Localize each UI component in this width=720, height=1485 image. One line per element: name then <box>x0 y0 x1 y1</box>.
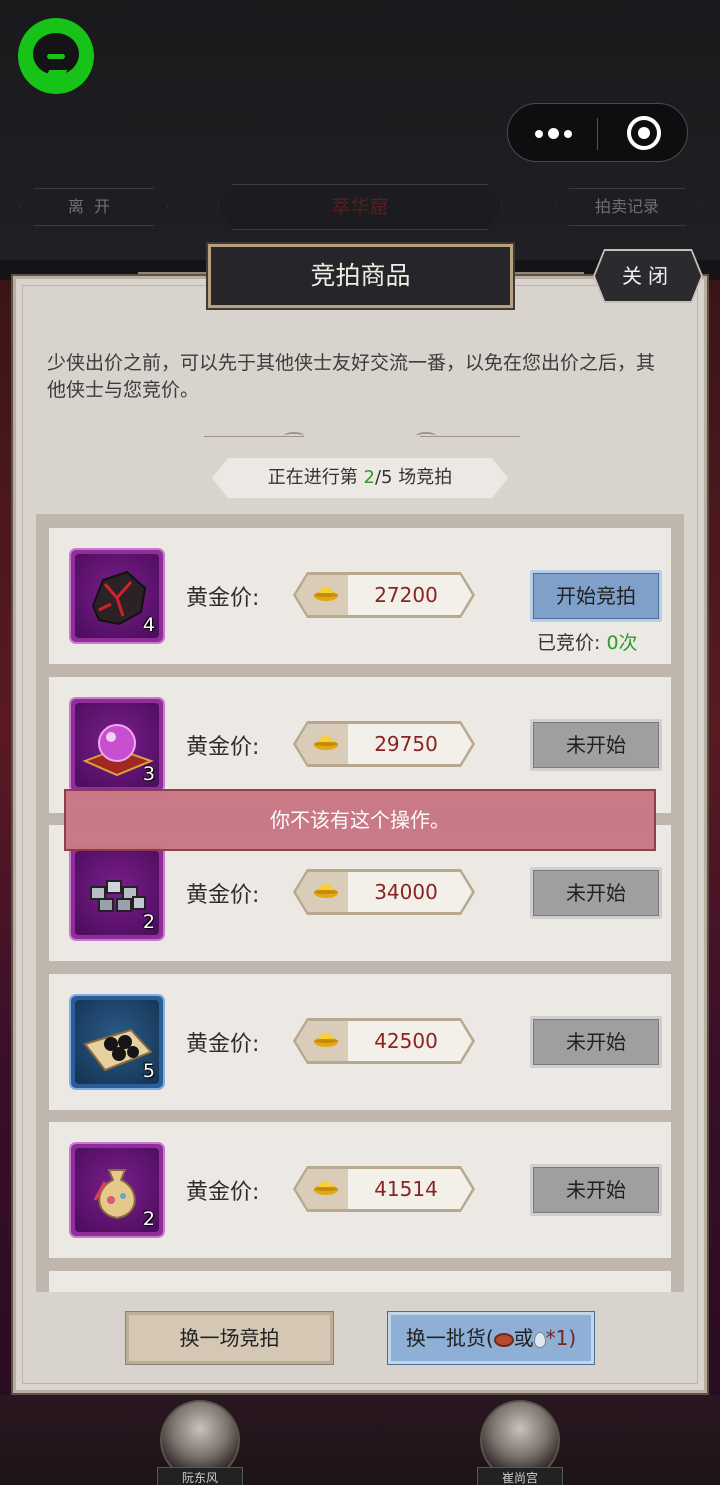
npc-name: 阮东风 <box>157 1467 243 1485</box>
gold-ingot-icon <box>313 733 339 751</box>
not-started-button[interactable]: 未开始 <box>530 867 662 919</box>
intro-text: 少侠出价之前，可以先于其他侠士友好交流一番，以免在您出价之后，其他侠士与您竞价。 <box>47 352 656 401</box>
auction-item-row: 4 黄金价: 27200 开始竞拍 已竞价: 0次 <box>49 528 671 664</box>
auction-item-row: 2 黄金价: 41514 未开始 <box>49 1122 671 1258</box>
bid-count: 已竞价: 0次 <box>537 632 638 654</box>
start-bidding-button[interactable]: 开始竞拍 <box>530 570 662 622</box>
item-count: 4 <box>142 614 155 636</box>
meat-icon <box>493 1332 514 1347</box>
item-slot[interactable]: 5 <box>69 994 165 1090</box>
price-box: 34000 <box>293 869 475 915</box>
more-icon[interactable] <box>533 122 573 146</box>
price-label: 黄金价: <box>186 1180 260 1205</box>
price-label: 黄金价: <box>186 586 260 611</box>
price-value: 41514 <box>374 1177 438 1201</box>
not-started-button[interactable]: 未开始 <box>530 1016 662 1068</box>
not-started-button[interactable]: 未开始 <box>530 1164 662 1216</box>
price-value: 42500 <box>374 1029 438 1053</box>
price-label: 黄金价: <box>186 883 260 908</box>
chat-bubble-icon[interactable] <box>18 18 94 94</box>
panel-title: 竞拍商品 <box>208 244 513 308</box>
not-started-button[interactable]: 未开始 <box>530 719 662 771</box>
change-auction-button[interactable]: 换一场竞拍 <box>126 1312 333 1364</box>
leave-button[interactable]: 离开 <box>20 188 168 226</box>
price-box: 41514 <box>293 1166 475 1212</box>
close-miniapp-icon[interactable] <box>627 116 661 150</box>
auction-item-row <box>49 1271 671 1292</box>
price-label: 黄金价: <box>186 735 260 760</box>
current-round: 2 <box>363 467 375 488</box>
price-value: 34000 <box>374 880 438 904</box>
miniapp-capsule <box>507 103 688 162</box>
water-drop-icon <box>533 1331 546 1348</box>
gold-ingot-icon <box>313 881 339 899</box>
auction-item-list[interactable]: 4 黄金价: 27200 开始竞拍 已竞价: 0次 3 黄金价: 29750 未… <box>36 514 684 1292</box>
item-slot[interactable]: 4 <box>69 548 165 644</box>
npc-name: 崔尚宫 <box>477 1467 563 1485</box>
price-value: 27200 <box>374 583 438 607</box>
scene-background-bottom <box>0 1395 720 1485</box>
location-title: 萃华窟 <box>218 184 502 230</box>
change-goods-button[interactable]: 换一批货(或 *1) <box>388 1312 594 1364</box>
item-count: 2 <box>142 911 155 933</box>
item-count: 2 <box>142 1208 155 1230</box>
item-count: 3 <box>142 763 155 785</box>
price-box: 29750 <box>293 721 475 767</box>
auction-item-row: 5 黄金价: 42500 未开始 <box>49 974 671 1110</box>
price-label: 黄金价: <box>186 1032 260 1057</box>
gold-ingot-icon <box>313 1030 339 1048</box>
price-box: 27200 <box>293 572 475 618</box>
price-value: 29750 <box>374 732 438 756</box>
close-button[interactable]: 关闭 <box>595 251 701 301</box>
item-slot[interactable]: 2 <box>69 1142 165 1238</box>
auction-record-button[interactable]: 拍卖记录 <box>555 188 699 226</box>
item-slot[interactable]: 3 <box>69 697 165 793</box>
error-toast: 你不该有这个操作。 <box>64 789 656 851</box>
gold-ingot-icon <box>313 1178 339 1196</box>
gold-ingot-icon <box>313 584 339 602</box>
item-slot[interactable]: 2 <box>69 845 165 941</box>
price-box: 42500 <box>293 1018 475 1064</box>
round-indicator: 正在进行第 2/5 场竞拍 <box>212 458 508 498</box>
item-count: 5 <box>142 1060 155 1082</box>
